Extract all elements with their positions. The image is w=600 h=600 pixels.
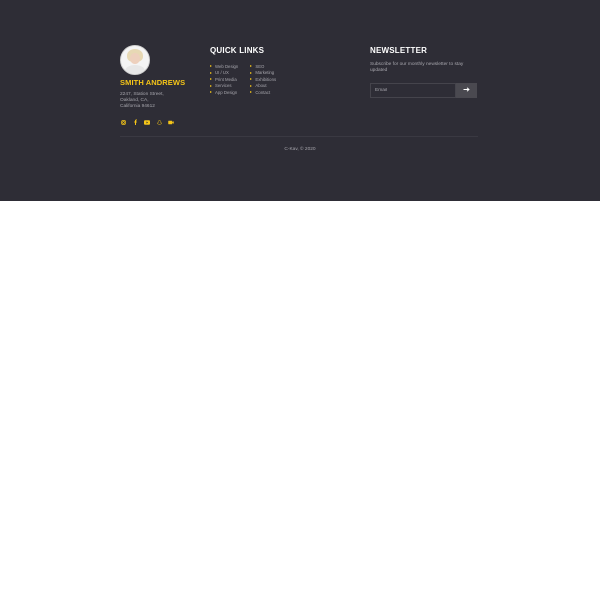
footer-link[interactable]: App Design: [210, 89, 238, 96]
newsletter-description: Subscribe for our monthly newsletter to …: [370, 62, 464, 74]
footer-link[interactable]: Contact: [250, 89, 276, 96]
instagram-icon[interactable]: [120, 119, 126, 125]
caret-right-icon: [250, 71, 253, 74]
caret-right-icon: [250, 91, 253, 94]
profile-block: SMITH ANDREWS 2247, Station Street, Oakl…: [120, 45, 200, 125]
footer-link[interactable]: Web Design: [210, 63, 238, 70]
profile-name: SMITH ANDREWS: [120, 78, 186, 87]
caret-right-icon: [250, 65, 253, 68]
newsletter-heading: NEWSLETTER: [370, 46, 428, 55]
newsletter: NEWSLETTER Subscribe for our monthly new…: [370, 46, 478, 98]
caret-right-icon: [210, 65, 212, 68]
links-column-2: SEO Marketing Exhibitions About Contact: [250, 63, 276, 96]
email-input[interactable]: [370, 83, 456, 98]
arrow-right-icon: [463, 87, 470, 92]
quick-links-heading: QUICK LINKS: [210, 46, 265, 55]
social-links: [120, 119, 174, 125]
links-column-1: Web Design UI / UX Print Media Services …: [210, 63, 238, 96]
subscribe-button[interactable]: [456, 83, 477, 98]
caret-right-icon: [210, 78, 212, 81]
quick-links-list: Web Design UI / UX Print Media Services …: [210, 63, 276, 96]
footer-link[interactable]: Print Media: [210, 76, 238, 83]
caret-right-icon: [250, 78, 253, 81]
address-line: California 94612: [120, 104, 155, 110]
caret-right-icon: [250, 84, 253, 87]
youtube-icon[interactable]: [144, 119, 150, 125]
site-footer: SMITH ANDREWS 2247, Station Street, Oakl…: [0, 0, 600, 201]
facebook-icon[interactable]: [132, 119, 138, 125]
caret-right-icon: [210, 71, 212, 74]
quick-links: QUICK LINKS Web Design UI / UX Print Med…: [210, 46, 320, 95]
snapchat-icon[interactable]: [156, 119, 162, 125]
newsletter-form: [370, 83, 477, 98]
profile-address: 2247, Station Street, Oakland, CA, Calif…: [120, 92, 180, 111]
caret-right-icon: [210, 91, 212, 94]
avatar: [120, 45, 150, 75]
footer-divider: [120, 136, 478, 137]
caret-right-icon: [210, 84, 212, 87]
video-icon[interactable]: [168, 119, 174, 125]
copyright-text: C-Kav, © 2020: [284, 147, 316, 152]
